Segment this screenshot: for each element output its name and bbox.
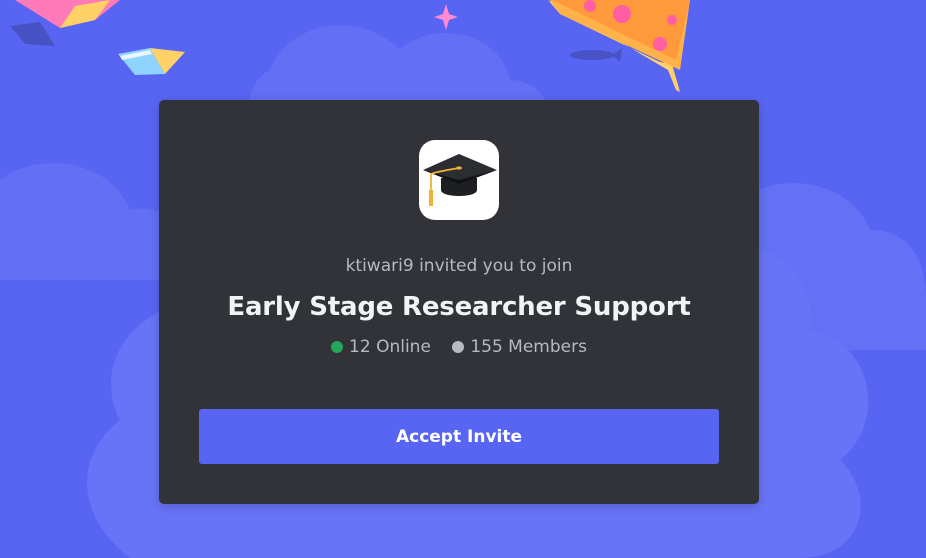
book-icon — [10, 0, 120, 46]
online-count-label: 12 Online — [349, 337, 431, 357]
invite-card: ktiwari9 invited you to join Early Stage… — [159, 100, 759, 504]
sparkle-icon — [434, 4, 458, 30]
fish-icon — [570, 48, 622, 62]
members-dot-icon — [452, 341, 465, 353]
online-dot-icon — [331, 341, 344, 353]
book-icon — [118, 48, 185, 75]
member-count: 155 Members — [452, 337, 587, 357]
inviter-text: ktiwari9 invited you to join — [345, 256, 573, 276]
server-name: Early Stage Researcher Support — [227, 292, 691, 322]
pizza-icon — [548, 0, 690, 92]
accept-invite-button[interactable]: Accept Invite — [199, 409, 719, 464]
member-count-label: 155 Members — [470, 337, 587, 357]
graduation-cap-icon — [423, 154, 497, 206]
online-count: 12 Online — [331, 337, 431, 357]
server-stats: 12 Online 155 Members — [159, 337, 759, 358]
server-icon — [419, 140, 499, 220]
